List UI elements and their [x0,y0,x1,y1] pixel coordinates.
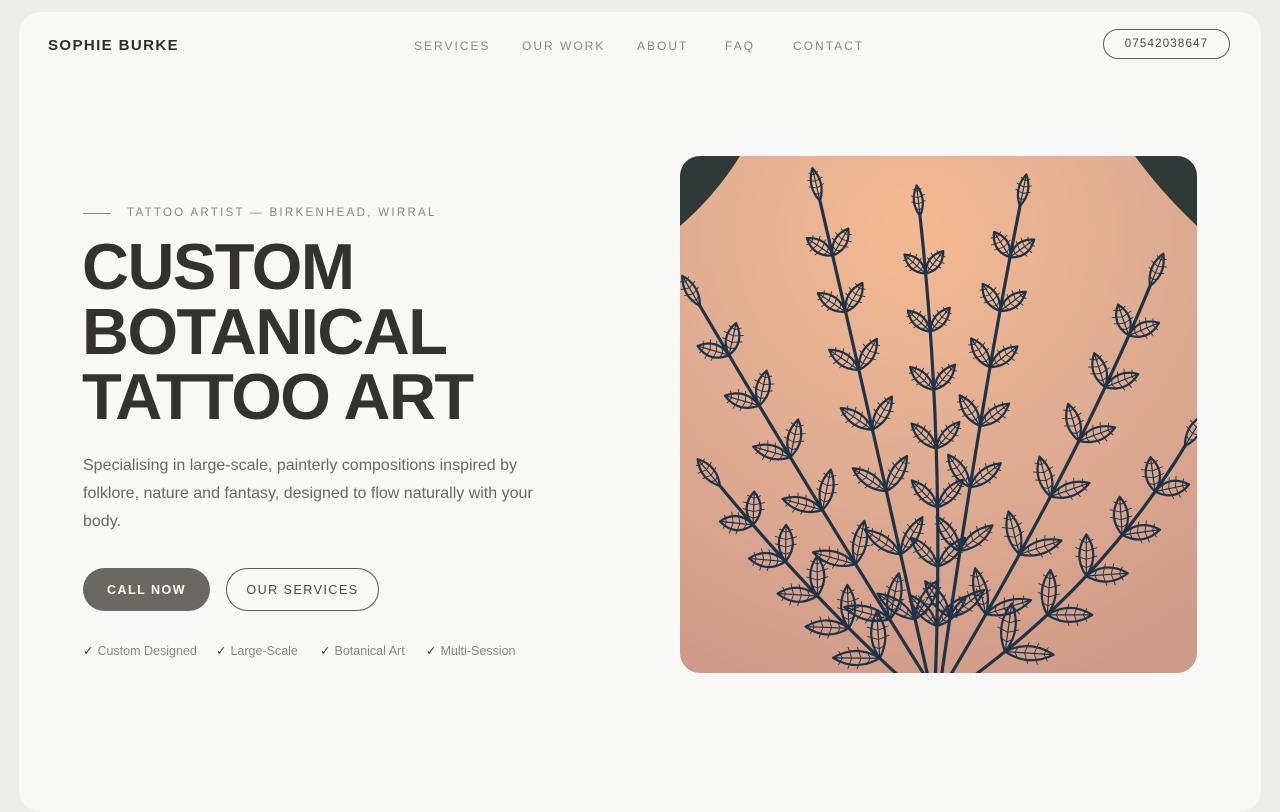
hero-eyebrow: TATTOO ARTIST — BIRKENHEAD, WIRRAL [127,207,437,219]
feature-item: ✓ Custom Designed [83,644,197,658]
feature-item: ✓ Large-Scale [216,644,298,658]
botanical-tattoo-illustration [680,156,1197,673]
check-icon: ✓ [83,644,94,658]
nav-contact[interactable]: CONTACT [793,39,864,53]
phone-button[interactable]: 07542038647 [1103,29,1230,59]
hero-description: Specialising in large-scale, painterly c… [83,457,533,530]
headline-line-2: BOTANICAL [82,295,448,368]
nav-faq[interactable]: FAQ [725,39,755,53]
feature-item: ✓ Multi-Session [426,644,516,658]
eyebrow-divider [83,213,111,214]
check-icon: ✓ [320,644,331,658]
check-icon: ✓ [216,644,227,658]
nav-our-work[interactable]: OUR WORK [522,39,605,53]
our-services-button[interactable]: OUR SERVICES [226,568,379,611]
brand-logo[interactable]: SOPHIE BURKE [48,37,179,54]
tattoo-photo [680,156,1197,673]
hero-headline: CUSTOM BOTANICAL TATTOO ART [82,230,474,433]
feature-item: ✓ Botanical Art [320,644,405,658]
nav-about[interactable]: ABOUT [637,39,688,53]
nav-services[interactable]: SERVICES [414,39,490,53]
headline-line-3: TATTOO ART [82,360,474,433]
call-now-button[interactable]: CALL NOW [83,568,210,611]
headline-line-1: CUSTOM [82,230,355,303]
check-icon: ✓ [426,644,437,658]
